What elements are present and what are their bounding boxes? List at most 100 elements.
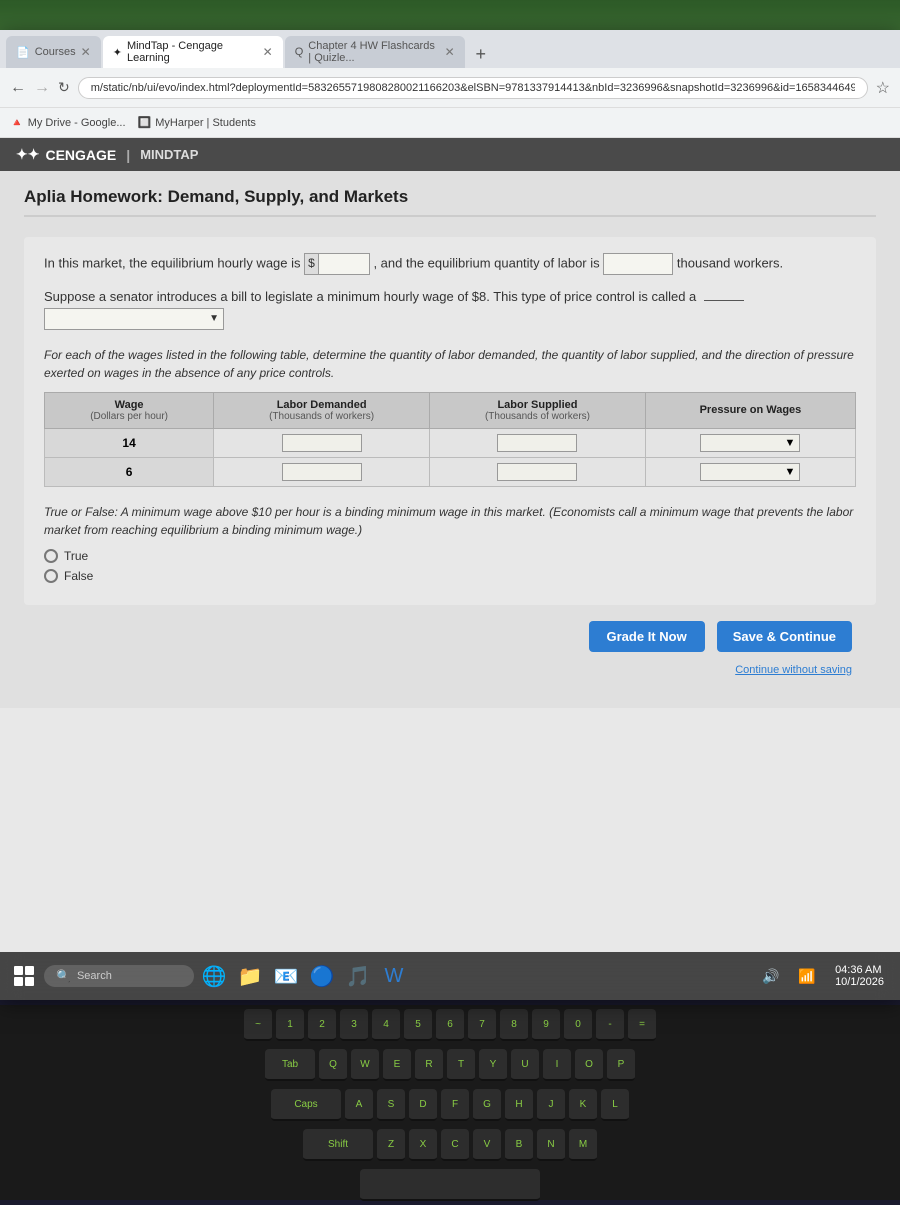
labor-supplied-input-6[interactable] (497, 463, 577, 481)
key-h[interactable]: H (505, 1089, 533, 1121)
radio-false[interactable]: False (44, 569, 856, 583)
bookmark-myharper[interactable]: 🔲 MyHarper | Students (138, 116, 256, 129)
taskbar-browser-icon[interactable]: 🌐 (198, 960, 230, 992)
key-v[interactable]: V (473, 1129, 501, 1161)
wage-cell-6: 6 (45, 457, 214, 486)
save-continue-button[interactable]: Save & Continue (717, 621, 852, 652)
reload-button[interactable]: ↻ (58, 79, 70, 96)
key-caps[interactable]: Caps (271, 1089, 341, 1121)
key-y[interactable]: Y (479, 1049, 507, 1081)
key-s[interactable]: S (377, 1089, 405, 1121)
key-i[interactable]: I (543, 1049, 571, 1081)
pressure-dropdown-14[interactable]: ▼ (700, 434, 800, 452)
col-wage-header: Wage (Dollars per hour) (45, 392, 214, 428)
continue-without-saving-link[interactable]: Continue without saving (48, 664, 852, 676)
bookmarks-bar: 🔺 My Drive - Google... 🔲 MyHarper | Stud… (0, 108, 900, 138)
pressure-dropdown-6[interactable]: ▼ (700, 463, 800, 481)
taskbar-volume-icon[interactable]: 🔊 (755, 960, 787, 992)
key-l[interactable]: L (601, 1089, 629, 1121)
search-label: Search (77, 970, 112, 982)
taskbar-search[interactable]: 🔍 Search (44, 965, 194, 987)
pressure-cell-14[interactable]: ▼ (645, 428, 855, 457)
key-c[interactable]: C (441, 1129, 469, 1161)
forward-button[interactable]: → (34, 79, 50, 97)
key-1[interactable]: 1 (276, 1009, 304, 1041)
key-8[interactable]: 8 (500, 1009, 528, 1041)
pressure-cell-6[interactable]: ▼ (645, 457, 855, 486)
q1-quantity-input[interactable] (603, 253, 673, 275)
key-tilde[interactable]: ~ (244, 1009, 272, 1041)
labor-demanded-cell-14[interactable] (214, 428, 430, 457)
labor-demanded-cell-6[interactable] (214, 457, 430, 486)
key-shift-left[interactable]: Shift (303, 1129, 373, 1161)
key-n[interactable]: N (537, 1129, 565, 1161)
key-minus[interactable]: - (596, 1009, 624, 1041)
key-2[interactable]: 2 (308, 1009, 336, 1041)
key-b[interactable]: B (505, 1129, 533, 1161)
taskbar-email-icon[interactable]: 📧 (270, 960, 302, 992)
tab-chapter4[interactable]: Q Chapter 4 HW Flashcards | Quizle... ✕ (285, 36, 465, 68)
key-j[interactable]: J (537, 1089, 565, 1121)
taskbar-spotify-icon[interactable]: 🎵 (342, 960, 374, 992)
key-m[interactable]: M (569, 1129, 597, 1161)
key-5[interactable]: 5 (404, 1009, 432, 1041)
taskbar-chrome-icon[interactable]: 🔵 (306, 960, 338, 992)
labor-demanded-input-6[interactable] (282, 463, 362, 481)
q1-wage-input[interactable] (319, 255, 369, 273)
courses-tab-close[interactable]: ✕ (81, 45, 91, 59)
key-t[interactable]: T (447, 1049, 475, 1081)
key-z[interactable]: Z (377, 1129, 405, 1161)
grade-it-now-button[interactable]: Grade It Now (589, 621, 705, 652)
key-w[interactable]: W (351, 1049, 379, 1081)
key-0[interactable]: 0 (564, 1009, 592, 1041)
key-f[interactable]: F (441, 1089, 469, 1121)
mindtap-tab-label: MindTap - Cengage Learning (127, 40, 258, 64)
key-e[interactable]: E (383, 1049, 411, 1081)
key-r[interactable]: R (415, 1049, 443, 1081)
key-9[interactable]: 9 (532, 1009, 560, 1041)
tab-courses[interactable]: 📄 Courses ✕ (6, 36, 101, 68)
key-3[interactable]: 3 (340, 1009, 368, 1041)
labor-supplied-cell-6[interactable] (430, 457, 646, 486)
key-o[interactable]: O (575, 1049, 603, 1081)
key-u[interactable]: U (511, 1049, 539, 1081)
new-tab-button[interactable]: + (467, 40, 495, 68)
bookmark-button[interactable]: ☆ (876, 78, 890, 98)
key-6[interactable]: 6 (436, 1009, 464, 1041)
key-p[interactable]: P (607, 1049, 635, 1081)
tab-mindtap[interactable]: ✦ MindTap - Cengage Learning ✕ (103, 36, 283, 68)
labor-supplied-input-14[interactable] (497, 434, 577, 452)
address-input[interactable] (78, 77, 868, 99)
key-space[interactable] (360, 1169, 540, 1201)
radio-true[interactable]: True (44, 549, 856, 563)
taskbar-network-icon[interactable]: 📶 (791, 960, 823, 992)
labor-demanded-input-14[interactable] (282, 434, 362, 452)
taskbar: 🔍 Search 🌐 📁 📧 🔵 🎵 W 🔊 📶 04:36 AM 10/1/2… (0, 952, 900, 1000)
key-equals[interactable]: = (628, 1009, 656, 1041)
radio-true-button[interactable] (44, 549, 58, 563)
radio-false-button[interactable] (44, 569, 58, 583)
back-button[interactable]: ← (10, 79, 26, 97)
labor-supplied-cell-14[interactable] (430, 428, 646, 457)
key-d[interactable]: D (409, 1089, 437, 1121)
chapter4-tab-label: Chapter 4 HW Flashcards | Quizle... (308, 40, 439, 64)
key-q[interactable]: Q (319, 1049, 347, 1081)
keyboard-row-asdf: Caps A S D F G H J K L (0, 1085, 900, 1125)
key-4[interactable]: 4 (372, 1009, 400, 1041)
bookmark-drive[interactable]: 🔺 My Drive - Google... (10, 116, 126, 129)
start-button[interactable] (8, 960, 40, 992)
key-tab[interactable]: Tab (265, 1049, 315, 1081)
key-g[interactable]: G (473, 1089, 501, 1121)
taskbar-explorer-icon[interactable]: 📁 (234, 960, 266, 992)
mindtap-tab-close[interactable]: ✕ (263, 45, 273, 59)
taskbar-word-icon[interactable]: W (378, 960, 410, 992)
chapter4-tab-close[interactable]: ✕ (445, 45, 455, 59)
key-k[interactable]: K (569, 1089, 597, 1121)
key-7[interactable]: 7 (468, 1009, 496, 1041)
table-section: For each of the wages listed in the foll… (44, 346, 856, 487)
key-x[interactable]: X (409, 1129, 437, 1161)
q2-dropdown[interactable]: ▼ (44, 308, 224, 330)
q1-dollar-input-wrapper[interactable]: $ (304, 253, 370, 275)
cengage-star-icon: ✦✦ (16, 146, 39, 163)
key-a[interactable]: A (345, 1089, 373, 1121)
